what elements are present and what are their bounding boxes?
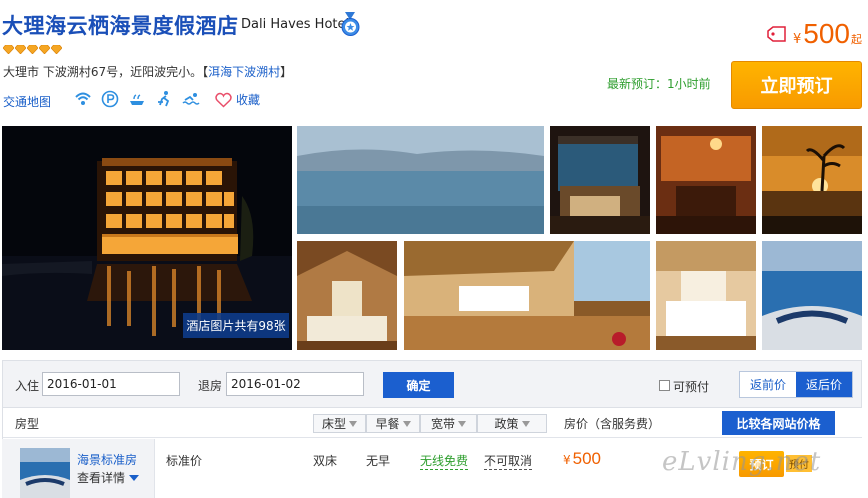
room-details-toggle[interactable]: 查看详情 <box>77 469 140 486</box>
diamond-icon <box>2 43 15 55</box>
filter-label: 宽带 <box>430 417 455 431</box>
diamond-icon <box>38 43 51 55</box>
chevron-down-icon <box>129 474 140 481</box>
breakfast-value: 无早 <box>366 454 391 468</box>
swimming-icon[interactable] <box>182 90 200 108</box>
checkin-date-input[interactable] <box>42 372 180 396</box>
compare-sites-button[interactable]: 比较各网站价格 <box>722 411 835 435</box>
book-now-button[interactable]: 立即预订 <box>731 61 862 109</box>
room-type-header: 房型 <box>15 417 40 431</box>
filter-icon <box>458 420 466 427</box>
address-bracket: 】 <box>280 65 293 79</box>
filter-icon <box>349 420 357 427</box>
breakfast-filter[interactable]: 早餐 <box>366 414 420 433</box>
parking-icon[interactable] <box>101 90 119 108</box>
bed-type-filter[interactable]: 床型 <box>313 414 366 433</box>
checkin-label: 入住 <box>15 379 40 393</box>
diamond-icon <box>50 43 63 55</box>
lobby-photo[interactable] <box>656 126 756 234</box>
after-rebate-tab[interactable]: 返后价 <box>796 372 852 397</box>
checkout-date-input[interactable] <box>226 372 364 396</box>
amenity-icons <box>74 90 200 108</box>
balcony-photo[interactable] <box>550 126 650 234</box>
room-price-amount: 500 <box>572 449 602 468</box>
rate-plan: 标准价 <box>166 454 203 468</box>
policy-filter[interactable]: 政策 <box>477 414 547 433</box>
broadband-value[interactable]: 无线免费 <box>420 452 469 470</box>
lowest-price: ¥ 500 起 <box>767 18 862 50</box>
room-name-link[interactable]: 海景标准房 <box>77 451 137 468</box>
prepay-tag: 预付 <box>786 455 812 472</box>
gym-icon[interactable] <box>155 90 173 108</box>
diamond-icon <box>26 43 39 55</box>
filter-label: 早餐 <box>375 417 400 431</box>
lake-view-photo[interactable] <box>297 126 544 234</box>
broadband-filter[interactable]: 宽带 <box>420 414 477 433</box>
bathtub-room-photo[interactable] <box>404 241 650 350</box>
room-book-button[interactable]: 预订 <box>739 451 784 477</box>
prepay-label: 可预付 <box>673 380 710 394</box>
attic-room-photo[interactable] <box>297 241 397 350</box>
diamond-rating <box>2 43 63 55</box>
room-thumbnail[interactable] <box>20 448 70 498</box>
filter-label: 政策 <box>494 417 519 431</box>
filter-icon <box>402 420 411 427</box>
room-price: ¥ 500 <box>563 449 601 469</box>
sunset-photo[interactable] <box>762 126 862 234</box>
cancel-policy-value[interactable]: 不可取消 <box>484 452 533 470</box>
price-tag-icon <box>767 26 786 42</box>
filter-icon <box>521 420 530 427</box>
price-amount: 500 <box>803 18 850 49</box>
hotel-name: 大理海云栖海景度假酒店 <box>2 14 239 38</box>
prepay-checkbox[interactable] <box>659 380 670 391</box>
favorite-button[interactable]: 收藏 <box>215 91 260 108</box>
confirm-button[interactable]: 确定 <box>383 372 454 398</box>
room-price-currency: ¥ <box>563 453 571 467</box>
details-label: 查看详情 <box>77 471 126 485</box>
traffic-map-link[interactable]: 交通地图 <box>3 93 51 110</box>
diamond-icon <box>14 43 27 55</box>
latest-booking: 最新预订：1小时前 <box>607 77 711 91</box>
terrace-lake-photo[interactable] <box>762 241 862 350</box>
medal-icon[interactable] <box>340 12 361 37</box>
heart-icon <box>215 92 232 108</box>
photo-count-badge[interactable]: 酒店图片共有98张 <box>183 313 289 338</box>
price-suffix: 起 <box>851 33 862 46</box>
area-link[interactable]: 洱海下波溯村 <box>208 65 280 79</box>
restaurant-icon[interactable] <box>128 90 146 108</box>
bed-type-value: 双床 <box>313 454 338 468</box>
price-mode-toggle: 返前价 返后价 <box>739 371 853 398</box>
hotel-address: 大理市 下波溯村67号，近阳波完小。【洱海下波溯村】 <box>3 63 292 80</box>
before-rebate-tab[interactable]: 返前价 <box>740 372 796 397</box>
checkout-label: 退房 <box>198 379 223 393</box>
price-header: 房价（含服务费） <box>564 417 661 431</box>
filter-label: 床型 <box>321 417 346 431</box>
hotel-english-name: Dali Haves Hotel <box>241 17 350 32</box>
bedroom-photo[interactable] <box>656 241 756 350</box>
price-currency: ¥ <box>793 32 802 47</box>
wifi-icon[interactable] <box>74 90 92 108</box>
favorite-label: 收藏 <box>236 93 261 107</box>
address-text: 大理市 下波溯村67号，近阳波完小。【 <box>3 65 209 79</box>
